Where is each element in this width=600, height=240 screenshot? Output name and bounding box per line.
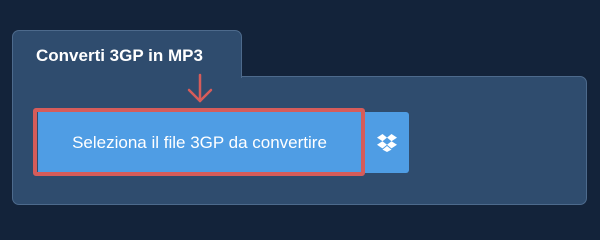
select-file-button[interactable]: Seleziona il file 3GP da convertire	[38, 112, 361, 173]
converter-tab: Converti 3GP in MP3	[12, 30, 242, 78]
dropbox-icon	[377, 133, 397, 152]
dropbox-button[interactable]	[365, 112, 409, 173]
tab-title: Converti 3GP in MP3	[36, 46, 203, 65]
arrow-down-icon	[187, 73, 213, 103]
